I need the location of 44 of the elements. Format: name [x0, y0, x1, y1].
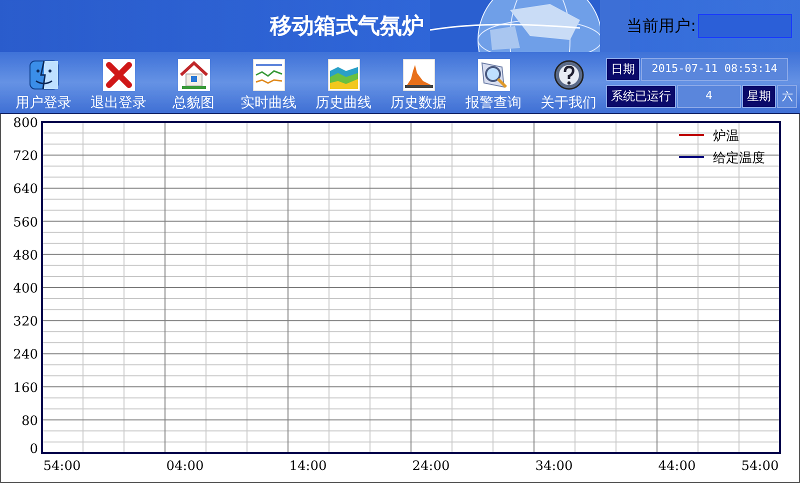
- y-tick-label: 480: [13, 248, 38, 264]
- house-icon: [178, 58, 210, 90]
- legend-label: 炉温: [713, 129, 739, 144]
- y-tick-label: 800: [13, 116, 38, 131]
- toolbar-button[interactable]: 总貌图: [156, 54, 231, 112]
- window-title: 移动箱式气氛炉: [270, 12, 424, 41]
- weekday-label: 星期: [742, 84, 776, 108]
- cross-icon: [102, 58, 134, 90]
- y-tick-label: 560: [13, 215, 38, 230]
- date-value: 2015-07-11 08:53:14: [641, 58, 788, 80]
- toolbar-button[interactable]: 历史曲线: [306, 54, 381, 112]
- y-tick-label: 640: [13, 182, 38, 198]
- y-tick-label: 400: [13, 282, 38, 296]
- runtime-value: 4: [677, 84, 741, 108]
- finder-face-icon: [28, 58, 60, 90]
- line-chart-icon: [252, 58, 284, 90]
- toolbar-button[interactable]: 实时曲线: [231, 54, 306, 112]
- x-tick-label: 24:00: [412, 459, 450, 474]
- toolbar-button[interactable]: 退出登录: [81, 54, 156, 112]
- x-tick-label: 54:00: [43, 459, 81, 474]
- current-user-label: 当前用户:: [626, 16, 696, 36]
- x-tick-label: 04:00: [166, 459, 204, 474]
- toolbar-button[interactable]: 报警查询: [456, 54, 531, 112]
- y-tick-label: 240: [13, 348, 38, 363]
- legend-label: 给定温度: [713, 151, 765, 166]
- current-user-field[interactable]: [698, 14, 792, 38]
- magnifier-icon: [478, 58, 510, 90]
- question-icon: [552, 58, 584, 90]
- runtime-label: 系统已运行: [606, 84, 676, 108]
- area-chart-icon: [328, 58, 360, 90]
- toolbar-button[interactable]: 关于我们: [531, 54, 606, 112]
- y-tick-label: 720: [13, 149, 38, 164]
- x-tick-label: 34:00: [535, 459, 573, 474]
- weekday-value: 六: [777, 84, 797, 108]
- toolbar-button[interactable]: 用户登录: [6, 54, 81, 112]
- x-tick-label: 54:00: [741, 459, 779, 474]
- y-tick-label: 160: [13, 380, 38, 396]
- y-tick-label: 320: [13, 314, 38, 330]
- y-tick-label: 80: [21, 414, 38, 429]
- x-tick-label: 44:00: [658, 459, 696, 474]
- toolbar-button[interactable]: 历史数据: [381, 54, 456, 112]
- y-tick-label: 0: [30, 442, 38, 457]
- x-tick-label: 14:00: [289, 459, 327, 474]
- date-label: 日期: [606, 58, 640, 80]
